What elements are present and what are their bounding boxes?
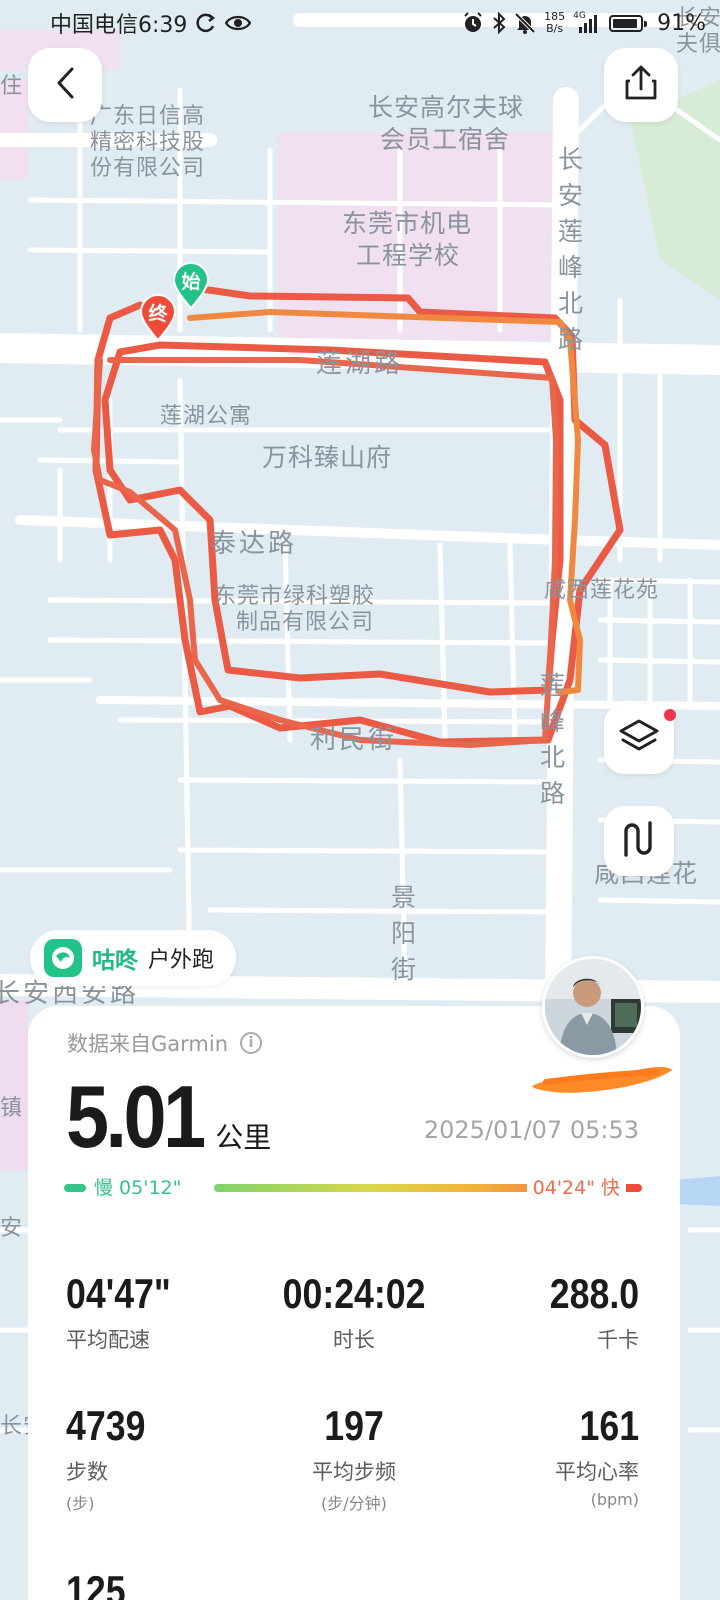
- distance-display: 5.01 公里: [66, 1066, 271, 1168]
- end-marker: 终: [139, 294, 177, 342]
- pace-slow-label: 慢 05'12": [88, 1173, 188, 1200]
- map-label: 镇: [0, 1096, 24, 1121]
- stat-unit: (步): [66, 1494, 95, 1513]
- stat-heart-rate: 161 平均心率 (bpm): [555, 1402, 639, 1509]
- stat-calories: 288.0 千卡: [534, 1270, 639, 1354]
- sync-icon: [195, 12, 217, 34]
- route-curve-button[interactable]: [604, 806, 674, 876]
- map-label: 精密科技股: [90, 130, 206, 155]
- stat-unit: (bpm): [590, 1490, 639, 1509]
- avatar-photo: [545, 959, 641, 1055]
- data-source-label: 数据来自Garmin: [67, 1032, 229, 1056]
- network-speed: 185 B/s: [544, 11, 565, 35]
- run-detail-screen: 广东日信高 精密科技股 份有限公司 长安高尔夫球 会员工宿舍 东莞市机电 工程学…: [0, 0, 720, 1600]
- end-marker-label: 终: [148, 303, 168, 325]
- stat-label: 平均心率: [555, 1460, 639, 1484]
- battery-icon: [609, 14, 648, 32]
- map-label: 工程学校: [356, 241, 461, 270]
- stat-unit: (步/分钟): [321, 1494, 387, 1513]
- road-label: 景阳街: [390, 883, 417, 984]
- pace-gradient: [214, 1184, 564, 1192]
- pace-fast-label: 04'24" 快: [526, 1173, 626, 1200]
- map-label: 莲湖公寓: [160, 404, 253, 429]
- map-label: 安: [0, 1216, 24, 1241]
- stat-value: 288.0: [549, 1270, 639, 1317]
- app-name: 咕咚: [92, 948, 138, 974]
- notification-dot: [664, 709, 676, 721]
- activity-datetime: 2025/01/07 05:53: [423, 1116, 639, 1144]
- stat-value: 197: [324, 1402, 384, 1449]
- network-type: 4G: [573, 11, 586, 21]
- info-icon[interactable]: i: [240, 1032, 263, 1054]
- road-label: 莲峰北路: [539, 671, 566, 808]
- back-button[interactable]: [28, 48, 102, 122]
- share-icon: [624, 65, 658, 105]
- stat-label: 平均配速: [66, 1328, 150, 1352]
- road-label: 长安莲峰北路: [557, 145, 584, 354]
- app-logo-icon: [44, 939, 82, 977]
- status-bar: 中国电信6:39 185 B/s 4G 91%: [0, 0, 720, 46]
- stat-avg-pace: 04'47" 平均配速: [66, 1270, 189, 1354]
- eye-icon: [225, 14, 252, 32]
- stat-value: 4739: [66, 1402, 146, 1449]
- map-label: 东莞市机电: [342, 209, 473, 238]
- carrier-time: 中国电信6:39: [50, 13, 188, 38]
- start-marker: 始: [172, 262, 210, 310]
- stat-steps: 4739 步数 (步): [66, 1402, 159, 1514]
- pace-slow-cap: [64, 1184, 86, 1192]
- map-label: 住: [0, 74, 24, 99]
- map-label: 广东日信高: [90, 104, 206, 129]
- stat-cadence: 197 平均步频 (步/分钟): [254, 1402, 454, 1514]
- map-label: 制品有限公司: [236, 610, 375, 635]
- battery-percent: 91%: [657, 10, 706, 36]
- stat-value: 00:24:02: [282, 1270, 426, 1317]
- pace-range-bar: 慢 05'12" 04'24" 快: [64, 1173, 642, 1204]
- map-label: 咸西莲花苑: [544, 578, 660, 603]
- road-label: 泰达路: [210, 529, 298, 559]
- stat-partial-value: 125: [66, 1567, 126, 1600]
- stat-value: 04'47": [66, 1270, 171, 1317]
- layers-icon: [618, 718, 660, 760]
- road-label: 莲湖路: [316, 349, 404, 379]
- distance-unit: 公里: [215, 1121, 272, 1154]
- stat-value: 161: [579, 1402, 639, 1449]
- signal-icon: 4G: [573, 11, 601, 33]
- mute-bell-icon: [514, 12, 536, 34]
- stat-label: 千卡: [597, 1328, 639, 1352]
- bluetooth-icon: [492, 12, 506, 34]
- avatar[interactable]: [542, 956, 644, 1058]
- distance-value: 5.01: [66, 1067, 206, 1166]
- app-source-badge[interactable]: 咕咚 户外跑: [30, 930, 237, 986]
- share-button[interactable]: [604, 48, 678, 122]
- chevron-left-icon: [55, 66, 75, 104]
- network-speed-unit: B/s: [546, 22, 564, 35]
- map-label: 份有限公司: [90, 156, 206, 181]
- stat-label: 步数: [66, 1460, 108, 1484]
- road-label: 利民街: [310, 725, 398, 755]
- stat-label: 平均步频: [312, 1460, 396, 1484]
- stat-duration: 00:24:02 时长: [254, 1270, 454, 1354]
- activity-type: 户外跑: [148, 948, 215, 973]
- battery-level: [613, 18, 637, 28]
- map-label: 长安高尔夫球: [368, 93, 525, 122]
- map-label: 东莞市绿科塑胶: [214, 584, 376, 609]
- map-label: 会员工宿舍: [380, 125, 511, 154]
- route-curve-icon: [621, 819, 657, 863]
- stat-label: 时长: [333, 1328, 375, 1352]
- alarm-icon: [462, 12, 484, 34]
- map-label: 万科臻山府: [262, 443, 393, 472]
- data-source: 数据来自Garmin i: [67, 1028, 263, 1058]
- start-marker-label: 始: [181, 271, 201, 293]
- redaction-scribble: [532, 1066, 672, 1093]
